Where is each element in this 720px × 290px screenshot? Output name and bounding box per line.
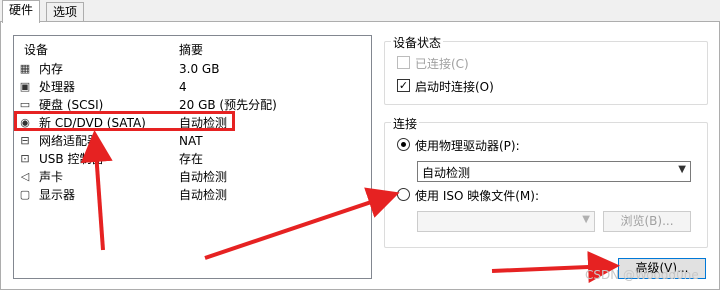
usb-icon: ⊡ — [20, 152, 30, 165]
connected-label: 已连接(C) — [415, 57, 469, 71]
device-row-processor[interactable]: ▣ 处理器 4 — [14, 79, 371, 95]
device-summary: 自动检测 — [179, 116, 228, 130]
device-row-harddisk[interactable]: ▭ 硬盘 (SCSI) 20 GB (预先分配) — [14, 97, 371, 113]
device-list-header: 设备 摘要 — [14, 41, 371, 57]
device-summary: 自动检测 — [179, 188, 228, 202]
device-row-usb[interactable]: ⊡ USB 控制器 存在 — [14, 151, 371, 167]
device-name: 显示器 — [39, 188, 76, 202]
device-status-title: 设备状态 — [391, 34, 444, 51]
column-header-device[interactable]: 设备 — [24, 41, 48, 58]
chevron-down-icon: ▼ — [678, 164, 686, 175]
device-status-group: 设备状态 已连接(C) ✓ 启动时连接(O) — [384, 34, 708, 105]
device-summary: 4 — [179, 80, 187, 94]
processor-icon: ▣ — [19, 80, 31, 93]
connect-at-power-on-checkbox[interactable]: ✓ — [397, 79, 410, 92]
device-row-network-adapter[interactable]: ⊟ 网络适配器 NAT — [14, 133, 371, 149]
physical-drive-select[interactable]: 自动检测 ▼ — [417, 161, 691, 182]
device-name: USB 控制器 — [39, 152, 104, 166]
device-name: 网络适配器 — [39, 134, 100, 148]
physical-drive-label: 使用物理驱动器(P): — [415, 139, 520, 153]
device-name: 硬盘 (SCSI) — [39, 98, 104, 112]
connection-title: 连接 — [391, 115, 420, 132]
memory-icon: ▦ — [19, 62, 31, 75]
connect-at-power-on-label: 启动时连接(O) — [415, 80, 494, 94]
network-adapter-icon: ⊟ — [20, 134, 30, 147]
chevron-down-icon: ▼ — [582, 214, 590, 225]
device-summary: 20 GB (预先分配) — [179, 98, 277, 112]
tab-options[interactable]: 选项 — [46, 2, 85, 22]
tab-bar: 硬件 选项 — [0, 0, 720, 23]
device-summary: 存在 — [179, 152, 204, 166]
connection-group: 连接 使用物理驱动器(P): 自动检测 ▼ 使用 ISO 映像文件(M): ▼ … — [384, 115, 708, 248]
connected-checkbox[interactable] — [397, 56, 410, 69]
display-icon: ▢ — [19, 188, 31, 201]
device-summary: 3.0 GB — [179, 62, 220, 76]
device-name: 新 CD/DVD (SATA) — [39, 115, 146, 131]
physical-drive-radio[interactable] — [397, 138, 410, 151]
sound-card-icon: ◁ — [20, 170, 30, 183]
watermark: CSDN @Woodd0ne — [585, 268, 699, 282]
iso-path-select[interactable]: ▼ — [417, 211, 595, 232]
browse-button[interactable]: 浏览(B)... — [603, 211, 691, 232]
device-row-display[interactable]: ▢ 显示器 自动检测 — [14, 187, 371, 203]
device-row-memory[interactable]: ▦ 内存 3.0 GB — [14, 61, 371, 77]
physical-drive-value: 自动检测 — [422, 166, 471, 180]
device-name: 处理器 — [39, 80, 76, 94]
device-summary: 自动检测 — [179, 170, 228, 184]
device-row-cd-dvd[interactable]: ◉ 新 CD/DVD (SATA) 自动检测 — [14, 115, 371, 131]
iso-label: 使用 ISO 映像文件(M): — [415, 189, 539, 203]
device-name: 声卡 — [39, 170, 64, 184]
device-name: 内存 — [39, 62, 64, 76]
cd-dvd-icon: ◉ — [20, 116, 30, 129]
tab-hardware[interactable]: 硬件 — [2, 0, 41, 23]
device-row-sound-card[interactable]: ◁ 声卡 自动检测 — [14, 169, 371, 185]
column-header-summary[interactable]: 摘要 — [179, 41, 203, 58]
iso-radio[interactable] — [397, 188, 410, 201]
device-summary: NAT — [179, 134, 203, 148]
device-list: 设备 摘要 ▦ 内存 3.0 GB ▣ 处理器 4 ▭ 硬盘 (SCSI) 20… — [13, 35, 372, 279]
harddisk-icon: ▭ — [19, 98, 31, 111]
